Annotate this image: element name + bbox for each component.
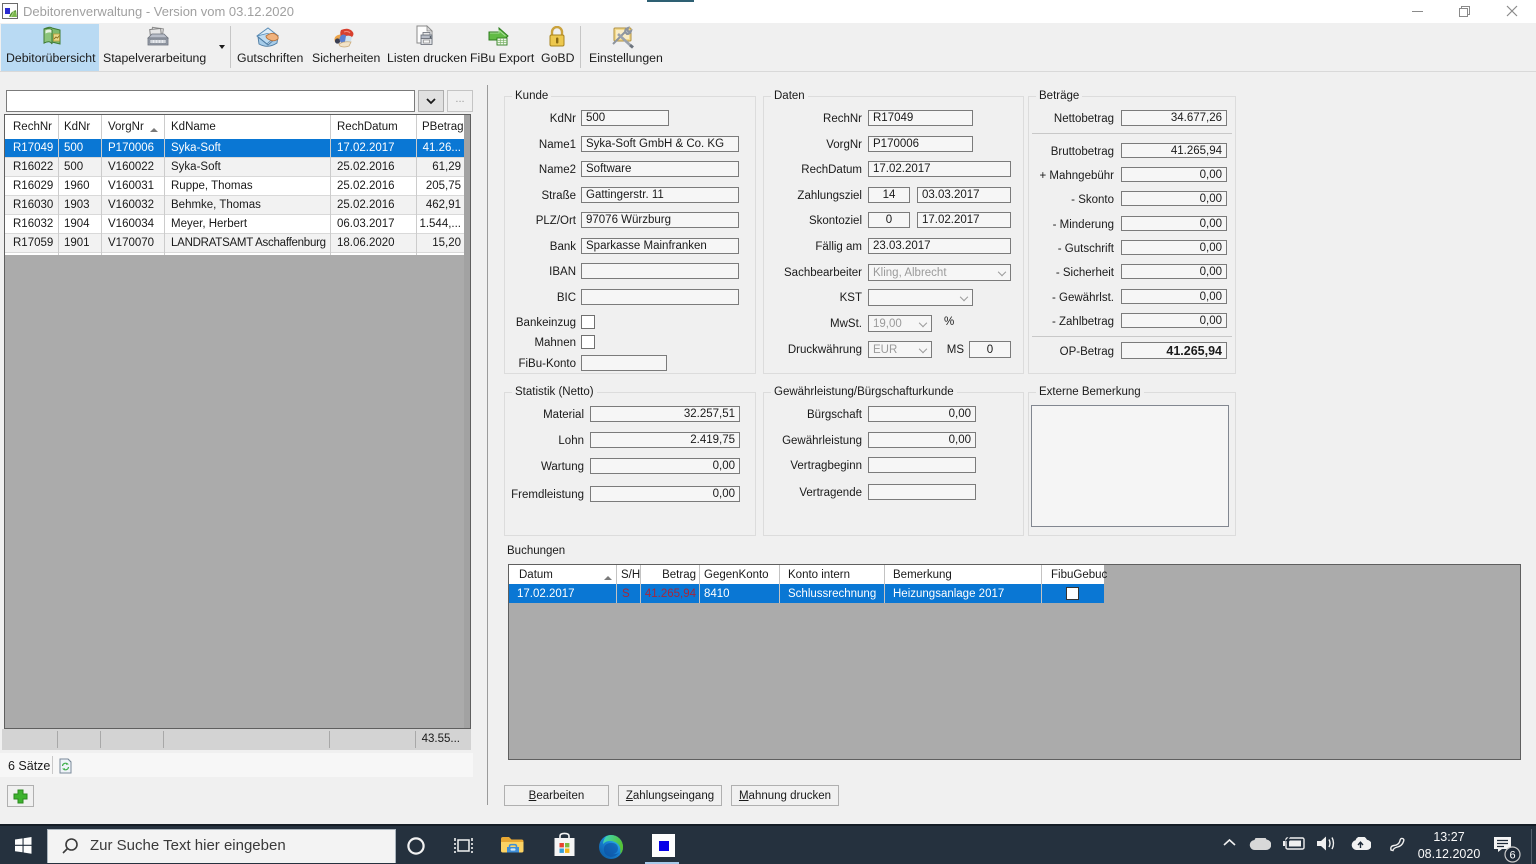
svg-text:6: 6	[1509, 850, 1515, 862]
